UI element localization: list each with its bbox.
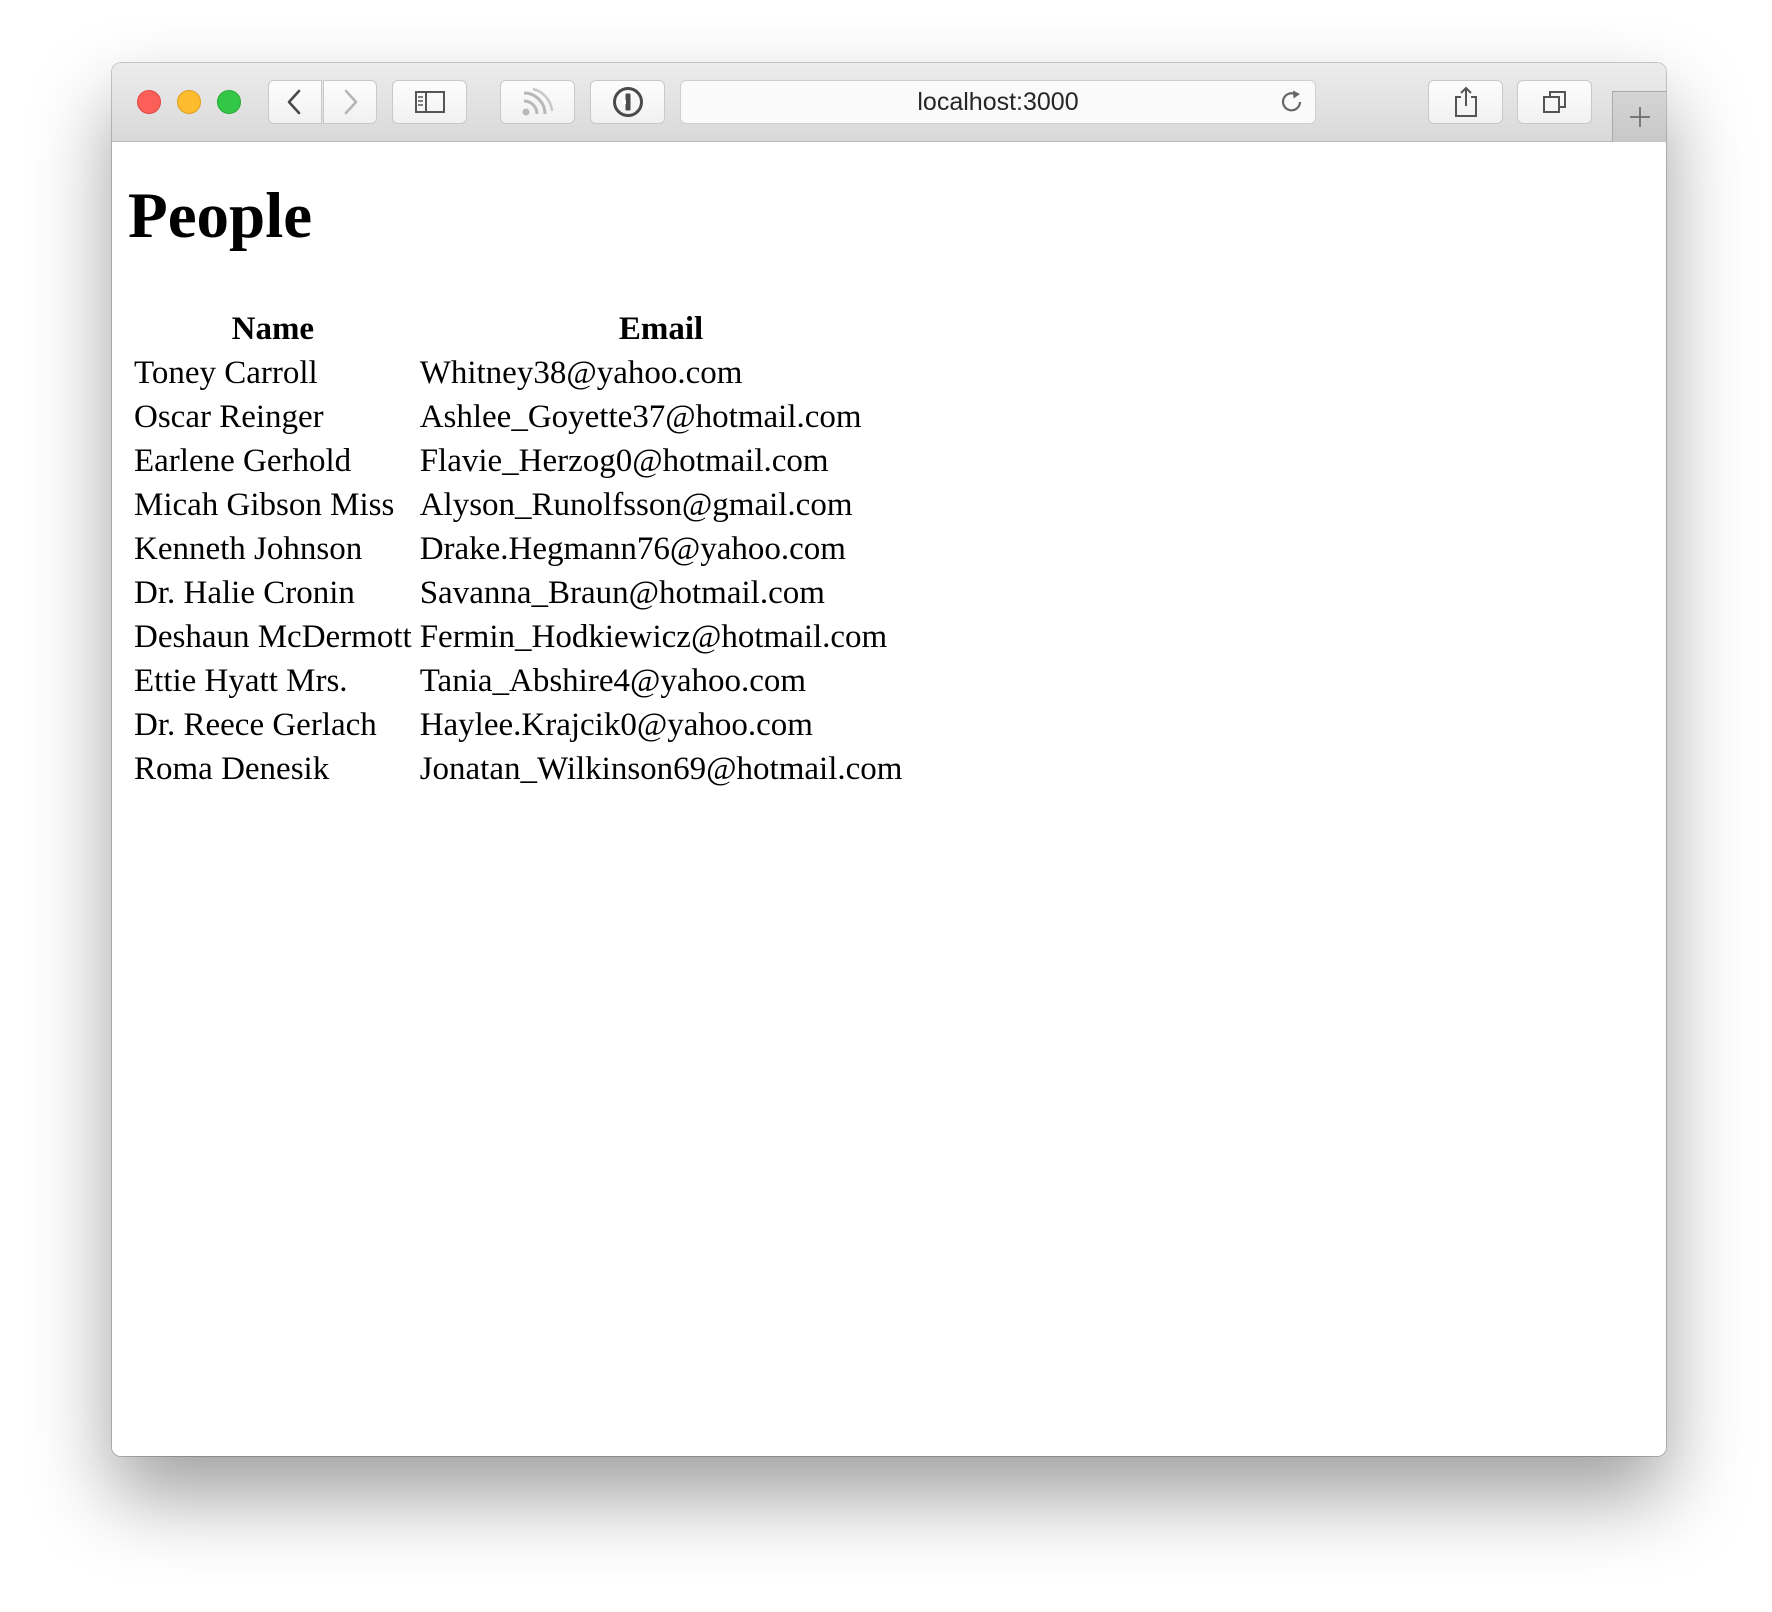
table-row: Roma Denesik Jonatan_Wilkinson69@hotmail… xyxy=(132,749,904,789)
table-row: Deshaun McDermott Fermin_Hodkiewicz@hotm… xyxy=(132,617,904,657)
page-content: People Name Email Toney Carroll Whitney3… xyxy=(112,142,1666,1456)
person-name: Toney Carroll xyxy=(134,355,318,391)
share-button[interactable] xyxy=(1428,80,1503,124)
forward-button[interactable] xyxy=(323,80,377,124)
table-row: Oscar Reinger Ashlee_Goyette37@hotmail.c… xyxy=(132,397,904,437)
person-email: Ashlee_Goyette37@hotmail.com xyxy=(419,399,862,435)
share-icon xyxy=(1454,86,1477,117)
maximize-window-button[interactable] xyxy=(217,90,241,114)
table-row: Earlene Gerhold Flavie_Herzog0@hotmail.c… xyxy=(132,441,904,481)
table-row: Toney Carroll Whitney38@yahoo.com xyxy=(132,353,904,393)
person-email: Tania_Abshire4@yahoo.com xyxy=(419,663,807,699)
person-email: Alyson_Runolfsson@gmail.com xyxy=(419,487,853,523)
tabs-overview-button[interactable] xyxy=(1517,80,1592,124)
person-name: Deshaun McDermott xyxy=(134,619,412,655)
person-email: Savanna_Braun@hotmail.com xyxy=(419,575,825,611)
people-table: Name Email Toney Carroll Whitney38@yahoo… xyxy=(128,305,908,793)
person-email: Haylee.Krajcik0@yahoo.com xyxy=(419,707,813,743)
chevron-left-icon xyxy=(287,89,301,115)
person-name: Kenneth Johnson xyxy=(134,531,363,567)
person-email: Flavie_Herzog0@hotmail.com xyxy=(419,443,829,479)
page-title: People xyxy=(128,180,313,252)
close-window-button[interactable] xyxy=(137,90,161,114)
chevron-right-icon xyxy=(344,89,358,115)
reload-icon[interactable] xyxy=(1279,89,1305,115)
person-name: Ettie Hyatt Mrs. xyxy=(134,663,348,699)
person-name: Roma Denesik xyxy=(134,751,330,787)
table-row: Ettie Hyatt Mrs. Tania_Abshire4@yahoo.co… xyxy=(132,661,904,701)
password-manager-icon xyxy=(612,87,643,117)
sidebar-icon xyxy=(414,91,445,113)
name-column-header: Name xyxy=(231,311,315,347)
show-sidebar-button[interactable] xyxy=(392,80,467,124)
plus-icon xyxy=(1629,107,1650,127)
person-email: Jonatan_Wilkinson69@hotmail.com xyxy=(419,751,903,787)
person-email: Drake.Hegmann76@yahoo.com xyxy=(419,531,846,567)
person-email: Whitney38@yahoo.com xyxy=(419,355,743,391)
address-bar[interactable]: localhost:3000 xyxy=(680,80,1316,124)
table-row: Micah Gibson Miss Alyson_Runolfsson@gmai… xyxy=(132,485,904,525)
person-name: Oscar Reinger xyxy=(134,399,324,435)
browser-toolbar: localhost:3000 xyxy=(112,63,1666,142)
table-header-row: Name Email xyxy=(132,309,904,349)
person-name: Earlene Gerhold xyxy=(134,443,352,479)
person-name: Micah Gibson Miss xyxy=(134,487,395,523)
tabs-overview-icon xyxy=(1542,91,1566,113)
back-button[interactable] xyxy=(268,80,322,124)
person-name: Dr. Reece Gerlach xyxy=(134,707,377,743)
rss-icon xyxy=(522,87,553,116)
table-row: Dr. Reece Gerlach Haylee.Krajcik0@yahoo.… xyxy=(132,705,904,745)
minimize-window-button[interactable] xyxy=(177,90,201,114)
person-email: Fermin_Hodkiewicz@hotmail.com xyxy=(419,619,888,655)
table-row: Dr. Halie Cronin Savanna_Braun@hotmail.c… xyxy=(132,573,904,613)
person-name: Dr. Halie Cronin xyxy=(134,575,355,611)
browser-window: localhost:3000 People Name Email Toney C… xyxy=(112,63,1666,1456)
new-tab-button[interactable] xyxy=(1612,91,1666,142)
rss-button[interactable] xyxy=(500,80,575,124)
password-manager-button[interactable] xyxy=(590,80,665,124)
table-row: Kenneth Johnson Drake.Hegmann76@yahoo.co… xyxy=(132,529,904,569)
email-column-header: Email xyxy=(618,311,704,347)
url-text: localhost:3000 xyxy=(917,87,1079,116)
